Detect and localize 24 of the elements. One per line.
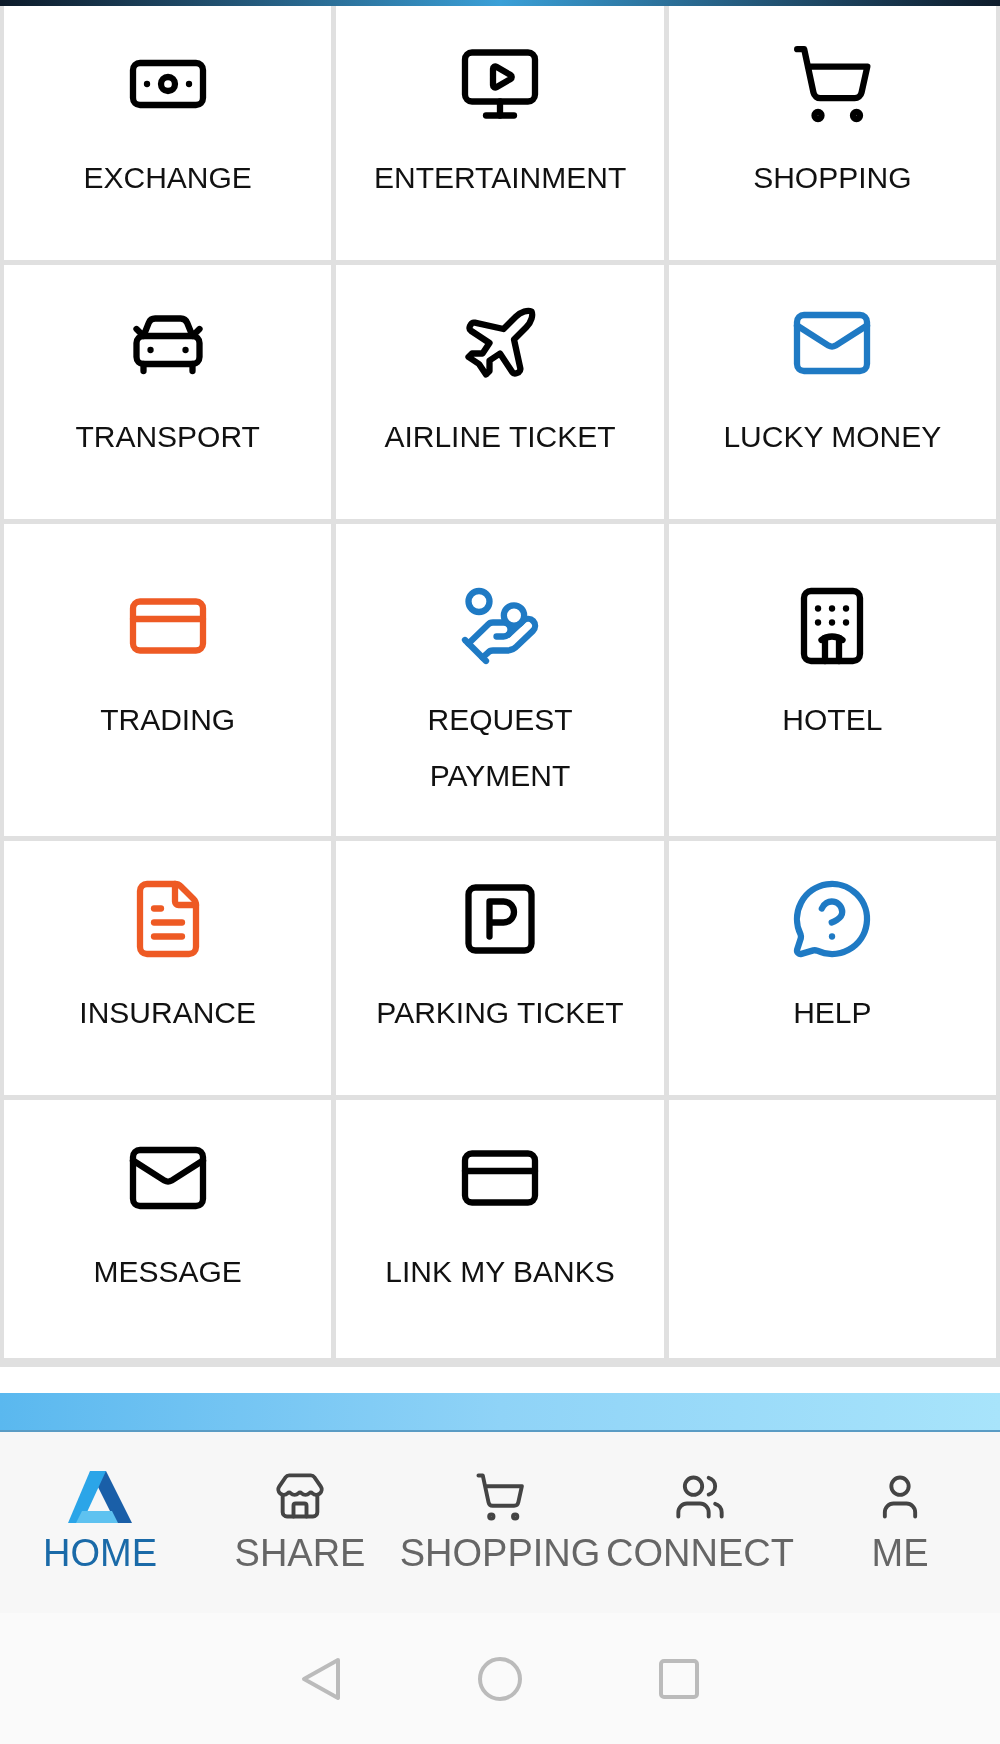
service-tile[interactable]: HOTEL	[668, 524, 996, 836]
service-tile[interactable]: AIRLINE TICKET	[336, 265, 664, 519]
nav-tab[interactable]: SHOPPING	[400, 1470, 600, 1575]
service-tile[interactable]: MESSAGE	[4, 1100, 332, 1358]
service-tile[interactable]: EXCHANGE	[4, 6, 332, 260]
service-tile[interactable]: REQUEST PAYMENT	[336, 524, 664, 836]
home-icon[interactable]	[477, 1655, 523, 1702]
nav-tab[interactable]: CONNECT	[600, 1470, 800, 1575]
service-tile[interactable]: TRANSPORT	[4, 265, 332, 519]
service-tile[interactable]: LINK MY BANKS	[336, 1100, 664, 1358]
service-tile[interactable]: TRADING	[4, 524, 332, 836]
cart-icon	[474, 1470, 526, 1523]
service-tile[interactable]: SHOPPING	[668, 6, 996, 260]
service-tile[interactable]: INSURANCE	[4, 841, 332, 1095]
recents-icon[interactable]	[658, 1657, 700, 1700]
nav-tab[interactable]: SHARE	[200, 1470, 400, 1575]
service-tile[interactable]: ENTERTAINMENT	[336, 6, 664, 260]
service-tile[interactable]: PARKING TICKET	[336, 841, 664, 1095]
service-tile[interactable]: HELP	[668, 841, 996, 1095]
nav-tab[interactable]: HOME	[0, 1470, 200, 1575]
nav-tab[interactable]: ME	[800, 1470, 1000, 1575]
back-icon[interactable]	[300, 1655, 342, 1702]
logo-icon	[68, 1470, 132, 1523]
service-tile[interactable]: LUCKY MONEY	[668, 265, 996, 519]
